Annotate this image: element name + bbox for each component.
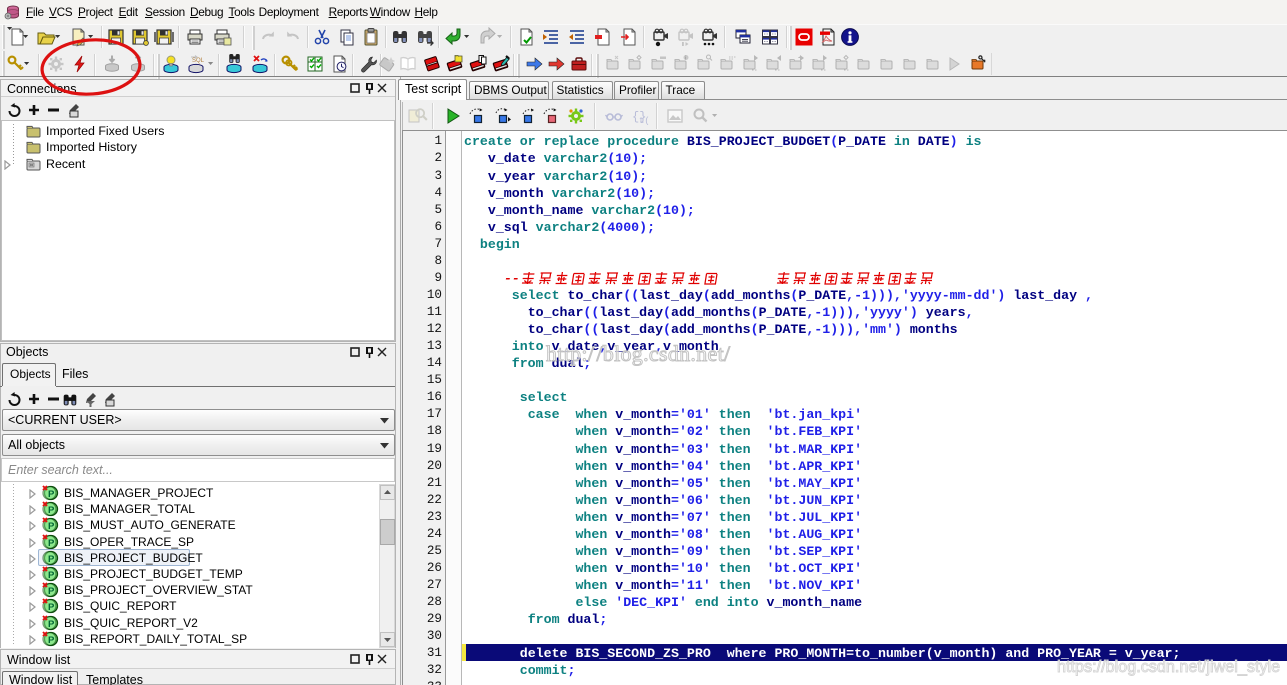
svg-text:P: P	[48, 538, 55, 549]
svg-text:P: P	[48, 489, 55, 500]
svg-text:P: P	[48, 602, 55, 613]
svg-text:P: P	[48, 570, 55, 581]
svg-text:i: i	[685, 56, 686, 62]
svg-text:P: P	[48, 521, 55, 532]
svg-text:P: P	[48, 586, 55, 597]
svg-text:t(): t()	[639, 116, 650, 126]
svg-text:P: P	[48, 505, 55, 516]
svg-text:P: P	[48, 554, 55, 565]
svg-text:SQL: SQL	[192, 58, 205, 64]
svg-text:P: P	[48, 619, 55, 630]
svg-text:P: P	[48, 635, 55, 646]
